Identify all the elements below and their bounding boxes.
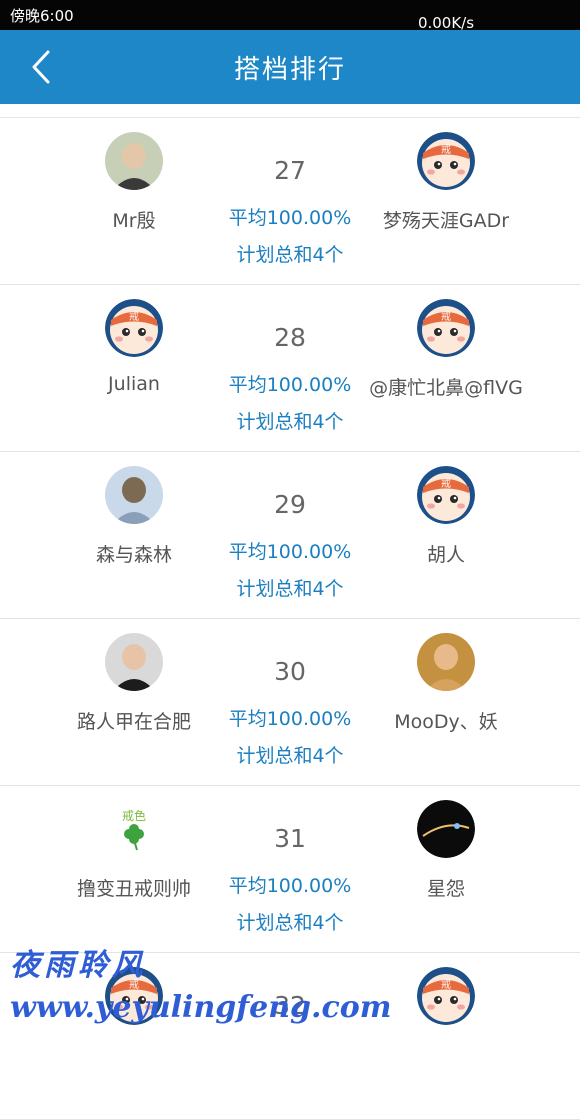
right-partner[interactable]: 戒 @康忙北鼻@flVG — [346, 299, 546, 400]
left-partner[interactable]: 森与森林 — [34, 466, 234, 567]
svg-text:戒: 戒 — [441, 311, 451, 323]
status-time: 傍晚6:00 — [10, 6, 74, 25]
svg-text:戒: 戒 — [129, 311, 139, 323]
page-title: 搭档排行 — [233, 54, 346, 85]
left-partner[interactable]: 戒色 撸变丑戒则帅 — [34, 800, 234, 901]
right-partner-name: MooDy、妖 — [394, 711, 498, 733]
svg-text:戒: 戒 — [129, 979, 139, 991]
svg-text:戒: 戒 — [441, 144, 451, 156]
left-partner[interactable]: 路人甲在合肥 — [34, 633, 234, 734]
left-partner-name: Julian — [108, 373, 160, 395]
plan-total: 计划总和4个 — [236, 244, 344, 266]
mascot-icon[interactable]: 戒 — [417, 132, 475, 190]
right-partner-name: @康忙北鼻@flVG — [369, 377, 523, 399]
ranking-row[interactable]: 森与森林 29 平均100.00% 计划总和4个 戒 胡人 — [0, 452, 580, 619]
mascot-icon[interactable]: 戒 — [105, 967, 163, 1025]
svg-text:戒: 戒 — [441, 979, 451, 991]
right-partner[interactable]: 戒 梦殇天涯GADr — [346, 132, 546, 233]
ranking-row[interactable]: 戒色 撸变丑戒则帅 31 平均100.00% 计划总和4个 星怨 — [0, 786, 580, 953]
right-partner-name: 星怨 — [426, 878, 465, 900]
right-partner[interactable]: 戒 胡人 — [346, 466, 546, 567]
plan-total: 计划总和4个 — [236, 578, 344, 600]
left-partner-name: 路人甲在合肥 — [76, 711, 191, 733]
left-partner-name: 森与森林 — [95, 544, 172, 566]
left-partner-name: 撸变丑戒则帅 — [76, 878, 191, 900]
plan-total: 计划总和4个 — [236, 745, 344, 767]
right-partner-name: 胡人 — [426, 544, 465, 566]
statue-photo-icon[interactable] — [105, 466, 163, 524]
ranking-row[interactable]: 戒 Julian 28 平均100.00% 计划总和4个 戒 @康忙北鼻@flV… — [0, 285, 580, 452]
hand-photo-icon[interactable] — [417, 633, 475, 691]
ranking-row[interactable]: 路人甲在合肥 30 平均100.00% 计划总和4个 MooDy、妖 — [0, 619, 580, 786]
plan-total: 计划总和4个 — [236, 411, 344, 433]
ranking-list: Mr殷 27 平均100.00% 计划总和4个 戒 梦殇天涯GADr 戒 Jul… — [0, 118, 580, 1120]
ranking-row[interactable]: 戒 32 戒 — [0, 953, 580, 1120]
ranking-row[interactable]: Mr殷 27 平均100.00% 计划总和4个 戒 梦殇天涯GADr — [0, 118, 580, 285]
user-photo-icon[interactable] — [105, 633, 163, 691]
back-button[interactable] — [26, 49, 56, 85]
left-partner[interactable]: 戒 — [34, 967, 234, 1041]
mascot-icon[interactable]: 戒 — [417, 299, 475, 357]
left-partner[interactable]: 戒 Julian — [34, 299, 234, 395]
right-partner[interactable]: MooDy、妖 — [346, 633, 546, 734]
clover-icon[interactable]: 戒色 — [105, 800, 163, 858]
svg-text:戒色: 戒色 — [122, 809, 146, 823]
mascot-icon[interactable]: 戒 — [417, 466, 475, 524]
mascot-icon[interactable]: 戒 — [417, 967, 475, 1025]
left-partner-name: Mr殷 — [112, 210, 156, 232]
plan-total: 计划总和4个 — [236, 912, 344, 934]
status-bar: 傍晚6:00 0.00K/s 🔕 4G 70% — [0, 0, 580, 140]
app-bar: 搭档排行 — [0, 30, 580, 104]
left-partner[interactable]: Mr殷 — [34, 132, 234, 233]
chevron-left-icon — [32, 50, 50, 84]
svg-text:戒: 戒 — [441, 478, 451, 490]
user-photo-icon[interactable] — [105, 132, 163, 190]
right-partner[interactable]: 星怨 — [346, 800, 546, 901]
mascot-icon[interactable]: 戒 — [105, 299, 163, 357]
right-partner-name: 梦殇天涯GADr — [382, 210, 510, 232]
right-partner[interactable]: 戒 — [346, 967, 546, 1041]
space-photo-icon[interactable] — [417, 800, 475, 858]
